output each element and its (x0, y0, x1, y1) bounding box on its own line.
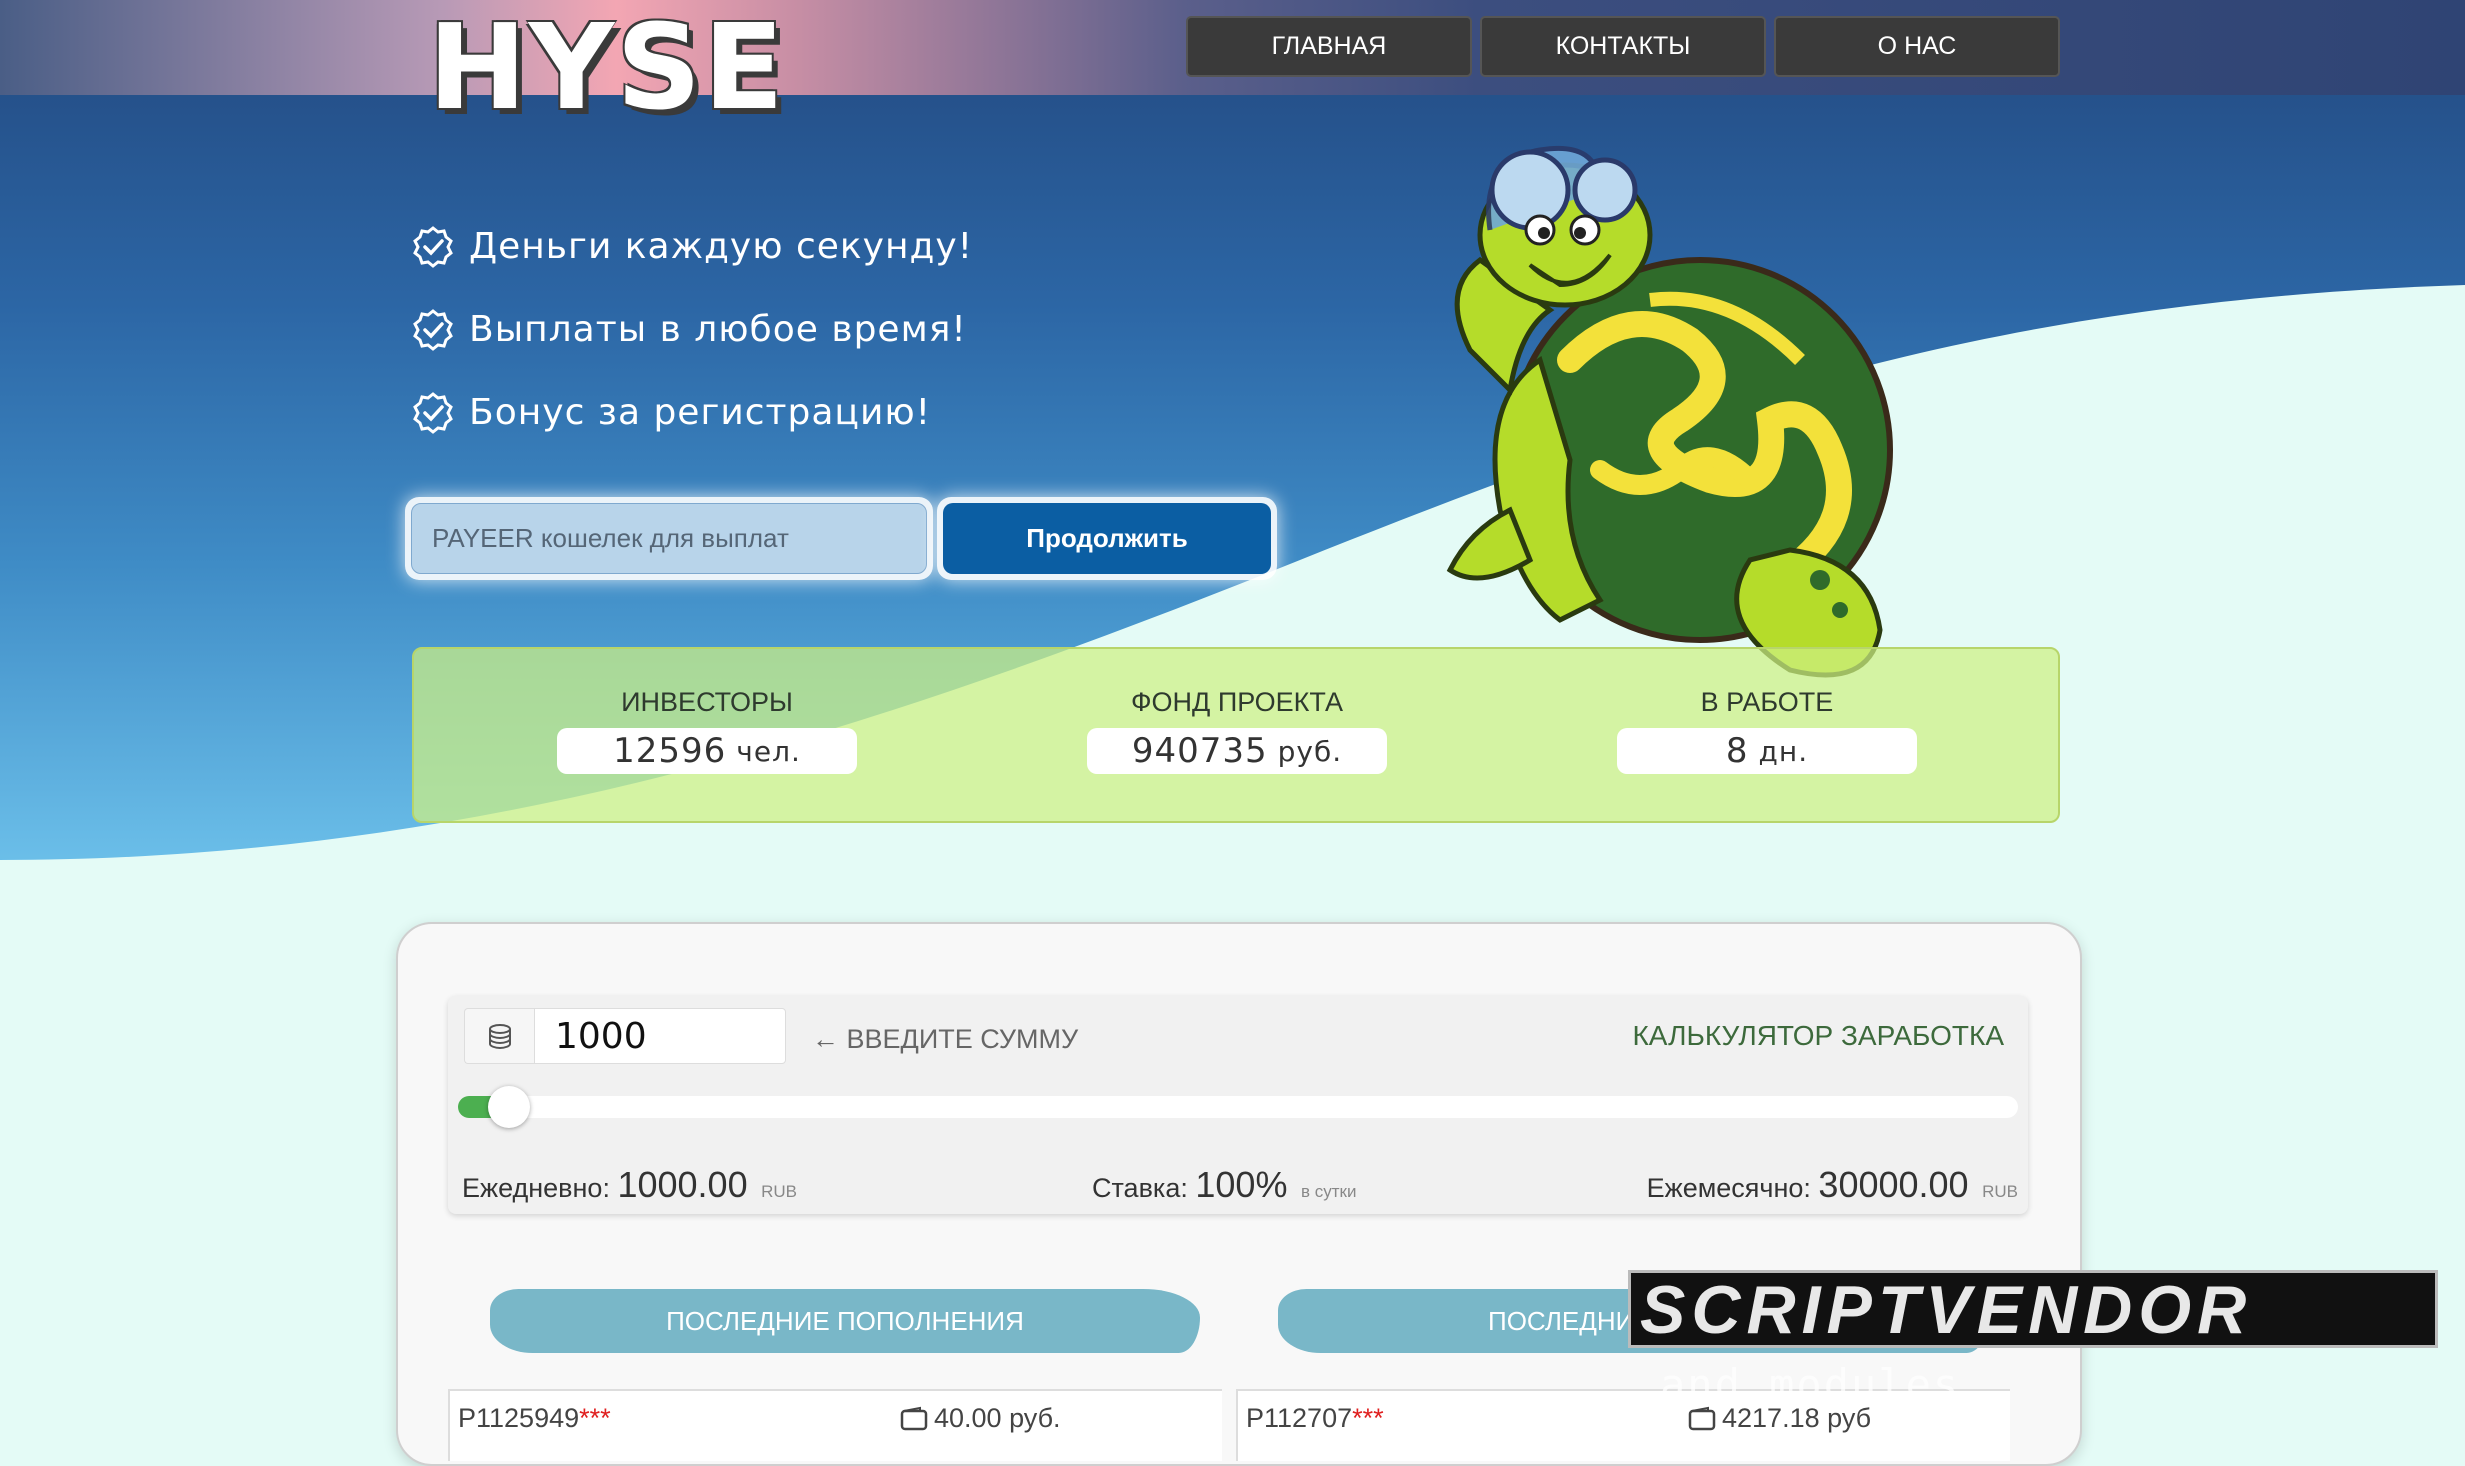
stats-panel: ИНВЕСТОРЫ 12596 чел. ФОНД ПРОЕКТА 940735 р… (412, 647, 2060, 823)
nav-contacts-button[interactable]: КОНТАКТЫ (1480, 16, 1766, 77)
amount-input[interactable] (534, 1008, 786, 1064)
monthly-earnings: Ежемесячно: 30000.00 RUB (1647, 1164, 2018, 1206)
nav-about-button[interactable]: О НАС (1774, 16, 2060, 77)
turtle-mascot (1446, 145, 1893, 678)
stat-label: ИНВЕСТОРЫ (621, 687, 793, 717)
check-badge-icon (413, 391, 453, 434)
deposit-amount: 40.00 руб. (900, 1403, 1061, 1434)
slider-knob[interactable] (488, 1086, 530, 1128)
account-mask: *** (579, 1403, 611, 1433)
continue-button[interactable]: Продолжить (943, 503, 1271, 574)
monthly-currency: RUB (1982, 1182, 2018, 1201)
feature-text: Бонус за регистрацию! (469, 392, 932, 433)
feature-item: Выплаты в любое время! (411, 288, 973, 371)
monthly-value: 30000.00 (1818, 1164, 1969, 1205)
wallet-icon (900, 1406, 928, 1430)
coins-icon (464, 1008, 534, 1064)
tab-last-deposits[interactable]: ПОСЛЕДНИЕ ПОПОЛНЕНИЯ (490, 1289, 1200, 1353)
feature-item: Деньги каждую секунду! (411, 205, 973, 288)
amount-group (464, 1008, 786, 1064)
stat-unit: руб. (1277, 734, 1343, 768)
feature-list: Деньги каждую секунду! Выплаты в любое в… (411, 205, 973, 454)
nav-home-button[interactable]: ГЛАВНАЯ (1186, 16, 1472, 77)
feature-text: Выплаты в любое время! (469, 309, 967, 350)
stat-investors: ИНВЕСТОРЫ 12596 чел. (557, 687, 857, 774)
rate-value: 100% (1195, 1164, 1288, 1205)
withdrawal-account: P112707*** (1246, 1403, 1384, 1434)
stat-days: В РАБОТЕ 8 дн. (1617, 687, 1917, 774)
stat-number: 940735 (1131, 731, 1268, 771)
earnings-calculator: ← ВВЕДИТЕ СУММУ КАЛЬКУЛЯТОР ЗАРАБОТКА Еж… (448, 996, 2028, 1214)
rate: Ставка: 100% в сутки (1092, 1164, 1356, 1206)
rate-period: в сутки (1300, 1182, 1357, 1201)
stat-number: 12596 (613, 731, 727, 771)
watermark-subtext: and modules_ (1660, 1360, 1988, 1409)
wallet-icon (1688, 1406, 1716, 1430)
logo[interactable]: HYSE (428, 8, 786, 126)
stat-unit: чел. (736, 734, 801, 768)
feature-item: Бонус за регистрацию! (411, 371, 973, 454)
main-nav: ГЛАВНАЯ КОНТАКТЫ О НАС (1186, 16, 2060, 77)
daily-label: Ежедневно: (462, 1173, 610, 1203)
continue-button-wrap: Продолжить (937, 497, 1277, 580)
deposit-account: P1125949*** (458, 1403, 611, 1434)
stat-unit: дн. (1758, 734, 1809, 768)
amount-slider[interactable] (458, 1086, 2018, 1128)
daily-currency: RUB (761, 1182, 798, 1201)
watermark-logo: SCRIPTVENDOR (1640, 1272, 2253, 1348)
daily-earnings: Ежедневно: 1000.00 RUB (462, 1164, 797, 1206)
deposit-row: P1125949*** 40.00 руб. (448, 1389, 1222, 1461)
calculator-title: КАЛЬКУЛЯТОР ЗАРАБОТКА (1632, 1020, 2004, 1051)
rate-label: Ставка: (1092, 1173, 1188, 1203)
account-id: P112707 (1246, 1403, 1353, 1433)
amount-text: 40.00 руб. (934, 1403, 1061, 1433)
feature-text: Деньги каждую секунду! (469, 226, 974, 267)
stat-label: В РАБОТЕ (1700, 687, 1834, 717)
stat-number: 8 (1725, 731, 1749, 771)
daily-value: 1000.00 (617, 1164, 748, 1205)
monthly-label: Ежемесячно: (1646, 1173, 1811, 1203)
check-badge-icon (413, 308, 453, 351)
stat-value: 940735 руб. (1087, 728, 1387, 774)
stat-value: 12596 чел. (557, 728, 857, 774)
wallet-input[interactable] (411, 503, 927, 574)
wallet-field-wrap (405, 497, 933, 580)
stat-fund: ФОНД ПРОЕКТА 940735 руб. (1087, 687, 1387, 774)
stat-value: 8 дн. (1617, 728, 1917, 774)
stat-label: ФОНД ПРОЕКТА (1131, 687, 1343, 717)
check-badge-icon (413, 225, 453, 268)
amount-hint: ← ВВЕДИТЕ СУММУ (812, 1024, 1079, 1054)
account-id: P1125949 (458, 1403, 580, 1433)
account-mask: *** (1352, 1403, 1384, 1433)
